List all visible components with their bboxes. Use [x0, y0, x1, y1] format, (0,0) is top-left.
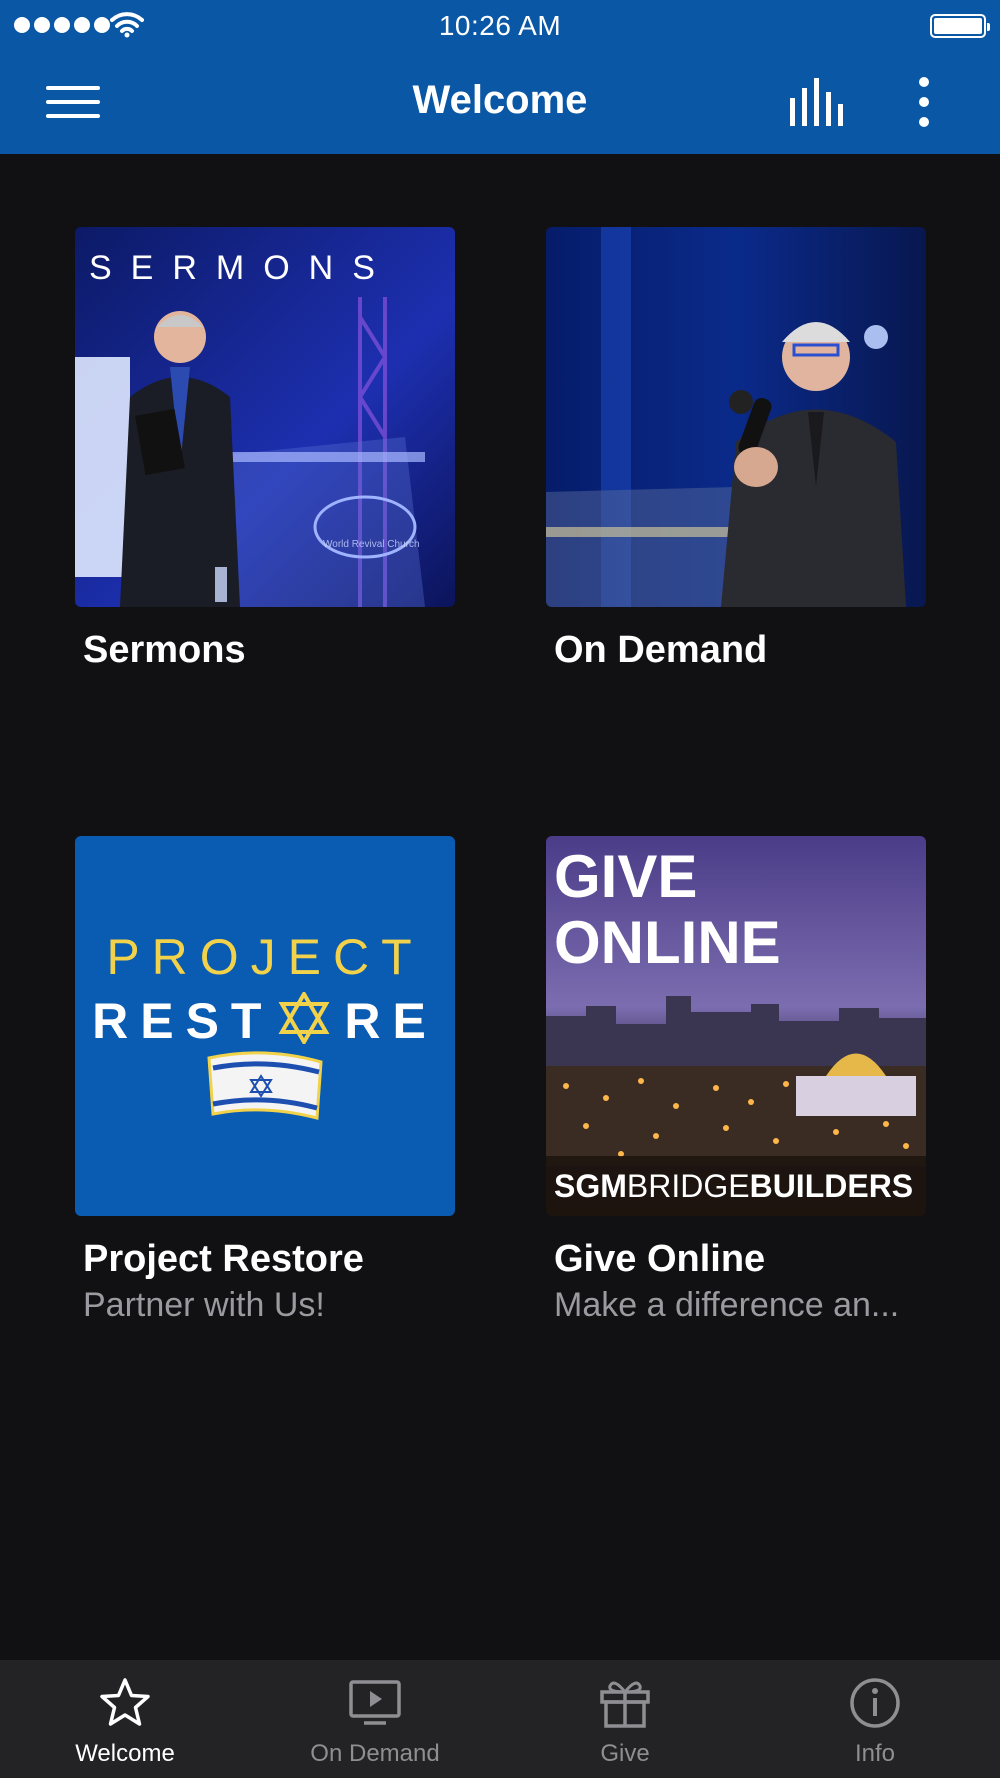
tab-label: Info — [854, 1740, 896, 1767]
tab-label: On Demand — [310, 1740, 440, 1767]
tab-welcome[interactable]: Welcome — [0, 1660, 250, 1778]
card-subtitle: Partner with Us! — [83, 1286, 325, 1324]
sermons-image-text: SERMONS — [89, 249, 394, 287]
card-title: On Demand — [554, 629, 768, 671]
star-icon — [100, 1678, 150, 1726]
card-subtitle: Make a difference an... — [554, 1286, 900, 1324]
give-image-footer-b: BRIDGE — [626, 1168, 750, 1204]
project-image-line2a: REST — [92, 993, 274, 1049]
tab-info[interactable]: Info — [750, 1660, 1000, 1778]
israel-flag-icon — [207, 1051, 323, 1120]
info-icon — [850, 1678, 900, 1728]
card-on-demand[interactable]: On Demand — [546, 227, 926, 671]
give-online-image: GIVE ONLINE SGMBRIDGEBUILDERS — [546, 836, 926, 1216]
card-title: Project Restore — [83, 1238, 364, 1280]
battery-icon — [930, 14, 990, 38]
card-project-restore[interactable]: PROJECT REST RE Project Restore Partner … — [75, 836, 455, 1324]
give-image-footer-c: BUILDERS — [749, 1168, 914, 1204]
give-image-line1: GIVE — [554, 843, 698, 910]
nav-bar: Welcome — [0, 50, 1000, 154]
tab-bar: Welcome On Demand Give Info — [0, 1660, 1000, 1778]
tab-give[interactable]: Give — [500, 1660, 750, 1778]
status-bar: 10:26 AM — [0, 0, 1000, 50]
more-vertical-icon[interactable] — [908, 74, 940, 130]
gift-icon — [600, 1681, 650, 1728]
give-image-footer: SGMBRIDGEBUILDERS — [554, 1168, 913, 1205]
tab-on-demand[interactable]: On Demand — [250, 1660, 500, 1778]
card-give-online[interactable]: GIVE ONLINE SGMBRIDGEBUILDERS Give Onlin… — [546, 836, 926, 1324]
page-title: Welcome — [412, 78, 588, 122]
give-image-line2: ONLINE — [554, 909, 781, 976]
tab-label: Welcome — [75, 1740, 175, 1767]
on-demand-image — [546, 227, 926, 607]
card-sermons[interactable]: SERMONS World Revival Church Sermons — [75, 227, 455, 671]
give-image-footer-a: SGM — [554, 1168, 627, 1204]
project-image-line2b: RE — [344, 993, 438, 1049]
tab-label: Give — [600, 1740, 650, 1767]
top-bar: 10:26 AM Welcome — [0, 0, 1000, 154]
status-time: 10:26 AM — [438, 10, 562, 41]
play-screen-icon — [349, 1680, 401, 1725]
bar-chart-icon[interactable] — [788, 76, 848, 128]
star-of-david-icon — [278, 990, 330, 1046]
sermons-image: SERMONS World Revival Church — [75, 227, 455, 607]
project-image-line1: PROJECT — [106, 929, 424, 985]
project-restore-image: PROJECT REST RE — [75, 836, 455, 1216]
sermons-image-caption: World Revival Church — [323, 539, 420, 550]
project-image-line2: REST RE — [75, 990, 455, 1050]
card-title: Give Online — [554, 1238, 766, 1280]
card-title: Sermons — [83, 629, 246, 671]
